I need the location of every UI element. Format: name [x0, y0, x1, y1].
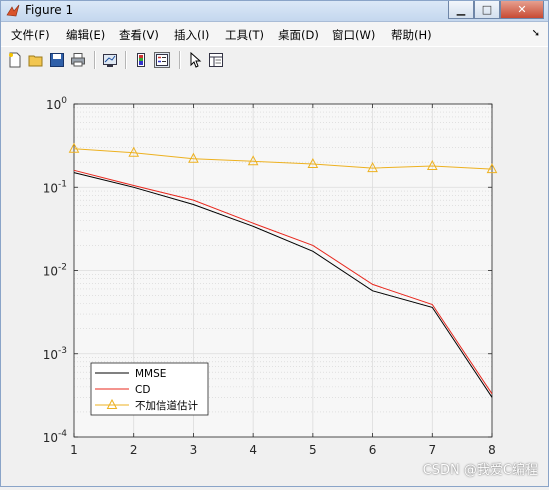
- x-tick-label: 8: [488, 443, 496, 457]
- toolbar: [1, 46, 548, 74]
- matlab-icon: [6, 4, 20, 17]
- menu-view[interactable]: 查看(V): [119, 27, 159, 43]
- menu-overflow-icon[interactable]: ➘: [532, 28, 540, 39]
- link-plot-icon[interactable]: [102, 52, 118, 68]
- x-tick-label: 2: [130, 443, 138, 457]
- menu-bar: 文件(F) 编辑(E) 查看(V) 插入(I) 工具(T) 桌面(D) 窗口(W…: [1, 22, 548, 46]
- x-tick-label: 6: [369, 443, 377, 457]
- x-tick-label: 3: [190, 443, 198, 457]
- maximize-button[interactable]: □: [474, 1, 500, 19]
- close-button[interactable]: ✕: [500, 1, 544, 19]
- figure-window: Figure 1 ▁ □ ✕ 文件(F) 编辑(E) 查看(V) 插入(I) 工…: [0, 0, 549, 487]
- menu-tools[interactable]: 工具(T): [225, 27, 264, 43]
- menu-help[interactable]: 帮助(H): [391, 27, 432, 43]
- print-icon[interactable]: [70, 52, 86, 68]
- legend-label: CD: [135, 384, 150, 396]
- edit-plot-arrow-icon[interactable]: [187, 52, 203, 68]
- save-icon[interactable]: [49, 52, 65, 68]
- menu-insert[interactable]: 插入(I): [174, 27, 209, 43]
- open-file-icon[interactable]: [28, 52, 44, 68]
- x-tick-label: 1: [70, 443, 78, 457]
- y-tick-label: 100: [46, 96, 67, 112]
- x-tick-label: 4: [249, 443, 257, 457]
- legend-label: MMSE: [135, 368, 166, 380]
- x-tick-label: 5: [309, 443, 317, 457]
- legend-icon[interactable]: [154, 52, 170, 68]
- legend-label: 不加信道估计: [135, 399, 198, 412]
- y-tick-label: 10-1: [43, 179, 67, 195]
- log-line-chart: 1 2 3 4 5 6 7 8 100 10-1 10-2 10-3 10-4 MMSE CD 不加信道估计: [43, 96, 498, 457]
- x-tick-label: 7: [428, 443, 436, 457]
- figure-canvas: 1 2 3 4 5 6 7 8 100 10-1 10-2 10-3 10-4 MMSE CD 不加信道估计: [1, 73, 548, 486]
- y-tick-label: 10-2: [43, 263, 67, 279]
- minimize-button[interactable]: ▁: [448, 1, 474, 19]
- title-bar: Figure 1 ▁ □ ✕: [1, 1, 548, 22]
- watermark: CSDN @我爱C编程: [422, 463, 538, 478]
- colorbar-icon[interactable]: [133, 52, 149, 68]
- y-tick-label: 10-4: [43, 429, 68, 445]
- menu-desktop[interactable]: 桌面(D): [278, 27, 319, 43]
- new-figure-icon[interactable]: [7, 52, 23, 68]
- menu-window[interactable]: 窗口(W): [332, 27, 375, 43]
- menu-file[interactable]: 文件(F): [11, 27, 50, 43]
- window-title: Figure 1: [25, 3, 74, 17]
- property-inspector-icon[interactable]: [208, 52, 224, 68]
- y-tick-label: 10-3: [43, 346, 67, 362]
- menu-edit[interactable]: 编辑(E): [66, 27, 105, 43]
